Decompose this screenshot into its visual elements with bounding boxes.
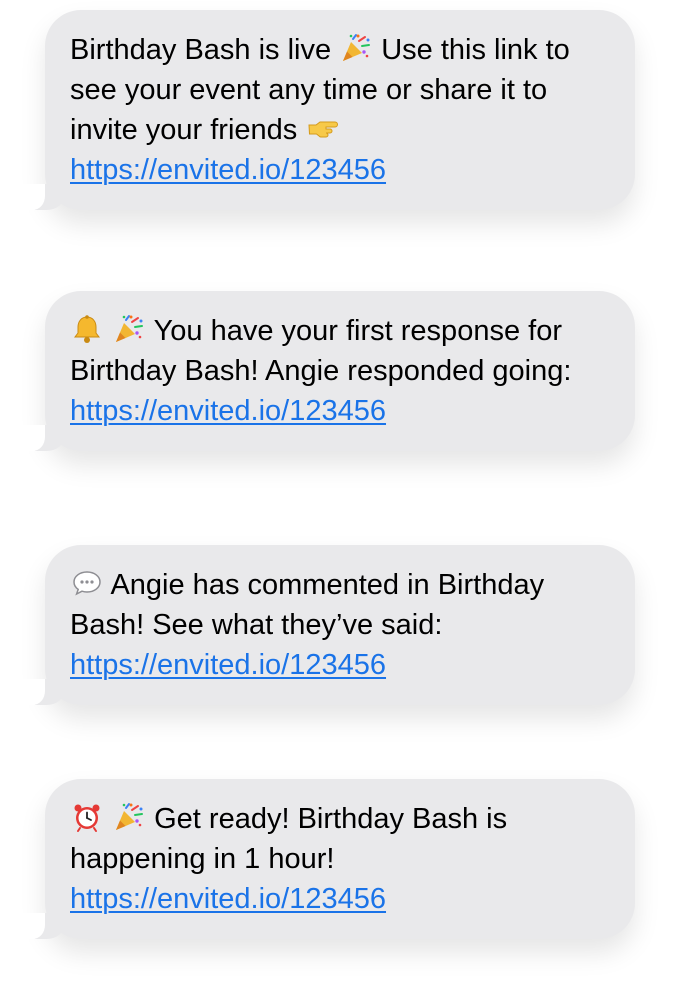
message-text-segment: Birthday Bash is live <box>70 34 340 66</box>
message-text: Birthday Bash is live Use this link to s… <box>70 30 615 190</box>
event-link[interactable]: https://envited.io/123456 <box>70 883 386 915</box>
message-text-segment <box>104 803 112 835</box>
event-link[interactable]: https://envited.io/123456 <box>70 395 386 427</box>
bell-icon <box>71 313 103 345</box>
message-text-segment: You have your first response for Birthda… <box>70 315 572 387</box>
event-link[interactable]: https://envited.io/123456 <box>70 154 386 186</box>
message-text-segment <box>104 315 112 347</box>
message-text: You have your first response for Birthda… <box>70 311 615 431</box>
party-popper-icon <box>113 801 145 833</box>
alarm-clock-icon <box>71 801 103 833</box>
event-link[interactable]: https://envited.io/123456 <box>70 649 386 681</box>
message-bubble-reminder: Get ready! Birthday Bash is happening in… <box>21 779 635 939</box>
message-text-segment: Angie has commented in Birthday Bash! Se… <box>70 569 545 641</box>
message-text: Get ready! Birthday Bash is happening in… <box>70 799 615 919</box>
message-bubble-event-live: Birthday Bash is live Use this link to s… <box>21 10 635 210</box>
party-popper-icon <box>113 313 145 345</box>
message-text: Angie has commented in Birthday Bash! Se… <box>70 565 615 685</box>
pointing-right-icon <box>306 112 339 144</box>
message-bubble-comment: Angie has commented in Birthday Bash! Se… <box>21 545 635 705</box>
speech-bubble-icon <box>71 567 103 599</box>
party-popper-icon <box>340 32 372 64</box>
message-bubble-first-response: You have your first response for Birthda… <box>21 291 635 451</box>
message-thread: Birthday Bash is live Use this link to s… <box>0 0 676 985</box>
